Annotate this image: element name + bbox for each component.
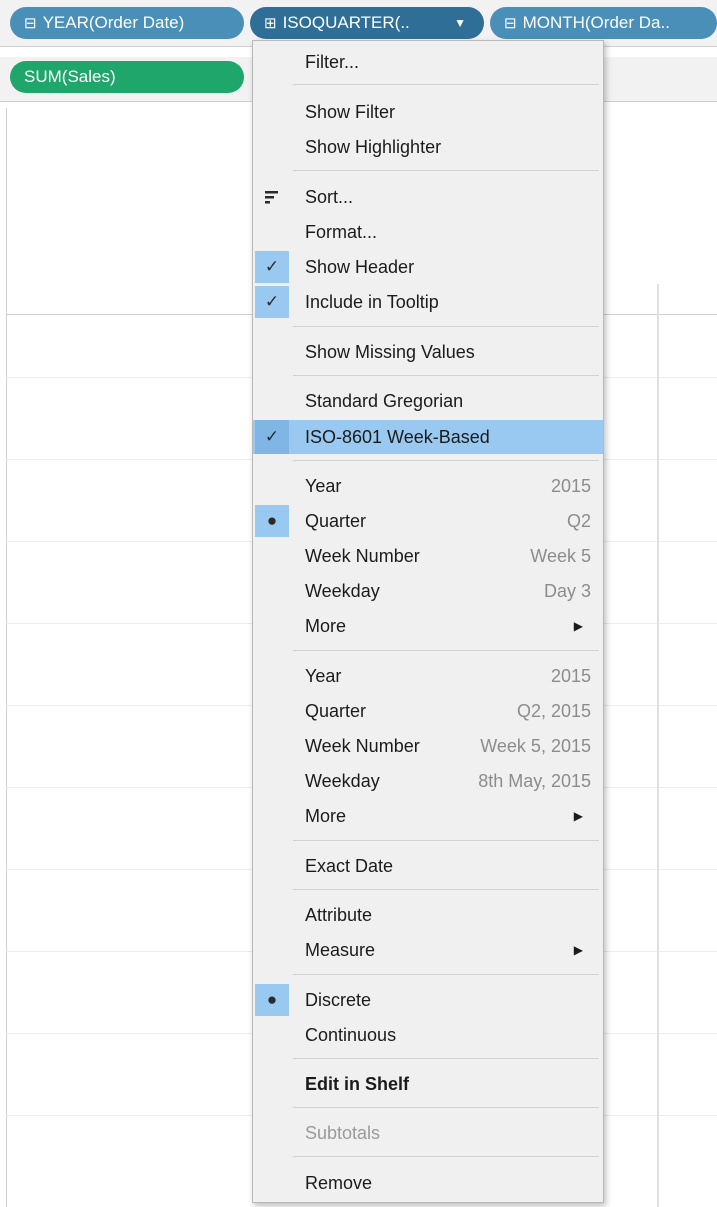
menu-item-discrete[interactable]: ● Discrete <box>253 984 603 1016</box>
menu-item-date-part-year[interactable]: Year 2015 <box>253 470 603 502</box>
menu-separator <box>293 650 599 651</box>
menu-item-label: ISO-8601 Week-Based <box>305 427 490 447</box>
menu-item-label: More <box>305 806 347 826</box>
menu-item-label: Subtotals <box>305 1123 381 1143</box>
menu-item-label: More <box>305 616 347 636</box>
pill-label: SUM(Sales) <box>24 67 116 86</box>
pill-label: MONTH(Order Da.. <box>522 13 670 32</box>
menu-item-label: Show Header <box>305 257 415 277</box>
menu-item-label: Year <box>305 666 342 686</box>
menu-item-label: Measure <box>305 940 376 960</box>
menu-item-standard-gregorian[interactable]: Standard Gregorian <box>253 385 603 417</box>
menu-item-filter[interactable]: Filter... <box>253 46 603 78</box>
menu-separator <box>293 84 599 85</box>
menu-item-example: Q2 <box>566 511 591 531</box>
menu-item-show-highlighter[interactable]: Show Highlighter <box>253 131 603 163</box>
menu-item-example: 2015 <box>550 666 591 686</box>
menu-item-include-in-tooltip[interactable]: ✓ Include in Tooltip <box>253 286 603 318</box>
menu-item-edit-in-shelf[interactable]: Edit in Shelf <box>253 1068 603 1100</box>
pill-label: ISOQUARTER(.. <box>282 13 410 32</box>
menu-item-show-filter[interactable]: Show Filter <box>253 96 603 128</box>
menu-item-remove[interactable]: Remove <box>253 1167 603 1199</box>
pill-isoquarter[interactable]: ⊞ ISOQUARTER(.. ▼ <box>250 7 484 39</box>
menu-item-label: Attribute <box>305 905 373 925</box>
menu-item-label: Sort... <box>305 187 354 207</box>
dropdown-caret-icon[interactable]: ▼ <box>454 7 466 39</box>
check-icon: ✓ <box>255 420 289 454</box>
menu-separator <box>293 889 599 890</box>
submenu-arrow-icon: ▶ <box>573 619 583 633</box>
menu-item-date-value-week-number[interactable]: Week Number Week 5, 2015 <box>253 730 603 762</box>
menu-separator <box>293 326 599 327</box>
menu-item-label: Standard Gregorian <box>305 391 464 411</box>
menu-item-label: Week Number <box>305 736 420 756</box>
check-icon: ✓ <box>255 251 289 283</box>
submenu-arrow-icon: ▶ <box>573 809 583 823</box>
menu-separator <box>293 375 599 376</box>
menu-item-label: Show Missing Values <box>305 342 475 362</box>
menu-item-show-header[interactable]: ✓ Show Header <box>253 251 603 283</box>
menu-item-sort[interactable]: Sort... <box>253 181 603 213</box>
menu-item-label: Show Highlighter <box>305 137 442 157</box>
menu-separator <box>293 1058 599 1059</box>
menu-item-example: Week 5 <box>530 546 591 566</box>
menu-item-date-value-quarter[interactable]: Quarter Q2, 2015 <box>253 695 603 727</box>
menu-item-example: Q2, 2015 <box>516 701 591 721</box>
menu-item-date-part-week-number[interactable]: Week Number Week 5 <box>253 540 603 572</box>
expand-icon[interactable]: ⊞ <box>264 8 277 39</box>
collapse-icon[interactable]: ⊟ <box>504 8 517 39</box>
menu-item-format[interactable]: Format... <box>253 216 603 248</box>
collapse-icon[interactable]: ⊟ <box>24 8 37 39</box>
menu-item-label: Quarter <box>305 701 367 721</box>
bullet-icon: ● <box>255 505 289 537</box>
menu-separator <box>293 170 599 171</box>
pill-month-order-date[interactable]: ⊟ MONTH(Order Da.. <box>490 7 717 39</box>
menu-item-date-part-more[interactable]: More ▶ <box>253 610 603 642</box>
menu-separator <box>293 1156 599 1157</box>
menu-item-example: 8th May, 2015 <box>478 771 591 791</box>
menu-item-label: Remove <box>305 1173 373 1193</box>
menu-separator <box>293 840 599 841</box>
menu-item-date-value-weekday[interactable]: Weekday 8th May, 2015 <box>253 765 603 797</box>
menu-item-measure[interactable]: Measure ▶ <box>253 934 603 966</box>
grid-divider <box>657 284 659 1207</box>
menu-item-label: Discrete <box>305 990 372 1010</box>
menu-item-example: Day 3 <box>543 581 591 601</box>
menu-item-show-missing-values[interactable]: Show Missing Values <box>253 336 603 368</box>
menu-item-example: Week 5, 2015 <box>480 736 591 756</box>
menu-separator <box>293 1107 599 1108</box>
menu-item-date-value-year[interactable]: Year 2015 <box>253 660 603 692</box>
menu-separator <box>293 974 599 975</box>
menu-item-date-part-weekday[interactable]: Weekday Day 3 <box>253 575 603 607</box>
menu-item-exact-date[interactable]: Exact Date <box>253 850 603 882</box>
menu-item-label: Week Number <box>305 546 420 566</box>
menu-item-label: Year <box>305 476 342 496</box>
menu-item-date-part-quarter[interactable]: ● Quarter Q2 <box>253 505 603 537</box>
menu-item-example: 2015 <box>550 476 591 496</box>
menu-item-label: Weekday <box>305 771 380 791</box>
pill-label: YEAR(Order Date) <box>42 13 185 32</box>
menu-item-label: Show Filter <box>305 102 396 122</box>
submenu-arrow-icon: ▶ <box>573 943 583 957</box>
sort-icon <box>255 181 289 213</box>
menu-item-label: Include in Tooltip <box>305 292 439 312</box>
menu-item-label: Filter... <box>305 52 360 72</box>
menu-item-label: Edit in Shelf <box>305 1074 410 1094</box>
bullet-icon: ● <box>255 984 289 1016</box>
menu-item-continuous[interactable]: Continuous <box>253 1019 603 1051</box>
menu-item-iso-week-based[interactable]: ✓ ISO-8601 Week-Based <box>253 420 603 454</box>
check-icon: ✓ <box>255 286 289 318</box>
menu-item-label: Exact Date <box>305 856 394 876</box>
menu-item-date-value-more[interactable]: More ▶ <box>253 800 603 832</box>
pill-year-order-date[interactable]: ⊟ YEAR(Order Date) <box>10 7 244 39</box>
menu-separator <box>293 460 599 461</box>
menu-item-subtotals: Subtotals <box>253 1117 603 1149</box>
menu-item-label: Weekday <box>305 581 380 601</box>
pill-sum-sales[interactable]: SUM(Sales) <box>10 61 244 93</box>
pill-context-menu: Filter... Show Filter Show Highlighter S… <box>252 40 604 1203</box>
menu-item-label: Continuous <box>305 1025 397 1045</box>
menu-item-attribute[interactable]: Attribute <box>253 899 603 931</box>
menu-item-label: Quarter <box>305 511 367 531</box>
menu-item-label: Format... <box>305 222 378 242</box>
